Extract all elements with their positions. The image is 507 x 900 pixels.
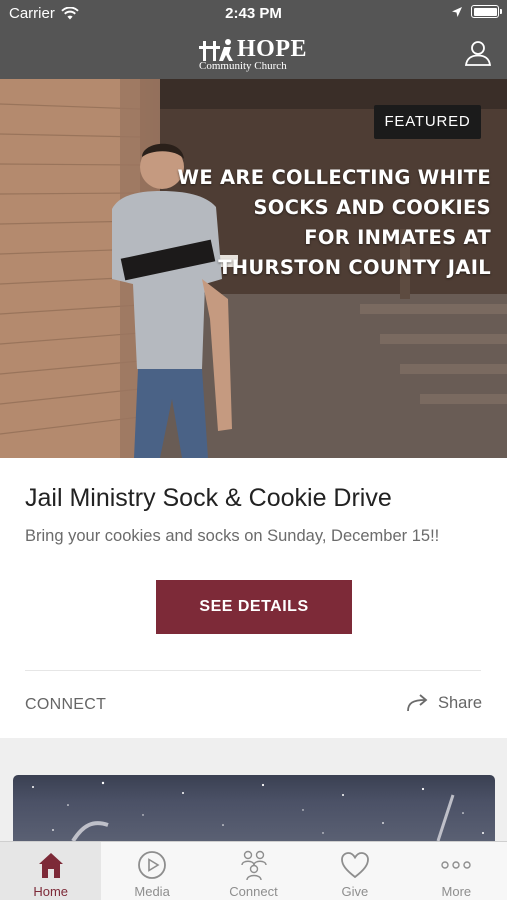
featured-image[interactable]: WE ARE COLLECTING WHITE SOCKS AND COOKIE… — [0, 79, 507, 458]
featured-card[interactable]: WE ARE COLLECTING WHITE SOCKS AND COOKIE… — [0, 79, 507, 738]
nav-bar: HOPE Community Church — [0, 28, 507, 79]
tab-label-home: Home — [33, 884, 69, 899]
tab-connect[interactable]: Connect — [203, 842, 304, 900]
tab-label-give: Give — [341, 884, 369, 899]
card-divider — [25, 670, 481, 671]
card-category: CONNECT — [25, 696, 107, 713]
tab-bar: Home Media Connect Give More — [0, 841, 507, 900]
people-icon — [240, 850, 267, 881]
hero-caption: WE ARE COLLECTING WHITE SOCKS AND COOKIE… — [177, 166, 491, 279]
play-circle-icon — [138, 851, 167, 879]
status-right — [451, 5, 502, 18]
logo-subtitle: Community Church — [199, 60, 287, 72]
next-card-image[interactable] — [13, 775, 495, 841]
tab-media[interactable]: Media — [101, 842, 202, 900]
share-arrow-icon — [407, 694, 428, 712]
logo-mark-icon — [199, 39, 233, 61]
see-details-button[interactable]: SEE DETAILS — [156, 580, 352, 634]
share-button[interactable]: Share — [406, 693, 482, 713]
share-label: Share — [437, 693, 482, 712]
tab-label-media: Media — [134, 884, 170, 899]
location-arrow-icon — [452, 6, 462, 17]
tab-label-more: More — [441, 884, 472, 899]
card-subtitle: Bring your cookies and socks on Sunday, … — [25, 527, 440, 545]
featured-badge: FEATURED — [374, 105, 481, 139]
status-bar: Carrier 2:43 PM — [0, 0, 507, 28]
tab-label-connect: Connect — [229, 884, 278, 899]
status-time: 2:43 PM — [225, 5, 282, 22]
tab-give[interactable]: Give — [304, 842, 405, 900]
card-title[interactable]: Jail Ministry Sock & Cookie Drive — [25, 484, 392, 513]
more-dots-icon — [441, 861, 472, 869]
app-header: Carrier 2:43 PM HOPE Community Church — [0, 0, 507, 79]
home-icon — [38, 853, 63, 878]
battery-icon — [471, 5, 502, 18]
starfield-illustration — [32, 781, 484, 841]
church-logo[interactable]: HOPE Community Church — [199, 36, 311, 72]
profile-icon[interactable] — [464, 39, 492, 67]
tab-more[interactable]: More — [406, 842, 507, 900]
tab-home[interactable]: Home — [0, 842, 102, 900]
logo-wordmark: HOPE — [237, 36, 308, 62]
heart-icon — [341, 852, 369, 879]
